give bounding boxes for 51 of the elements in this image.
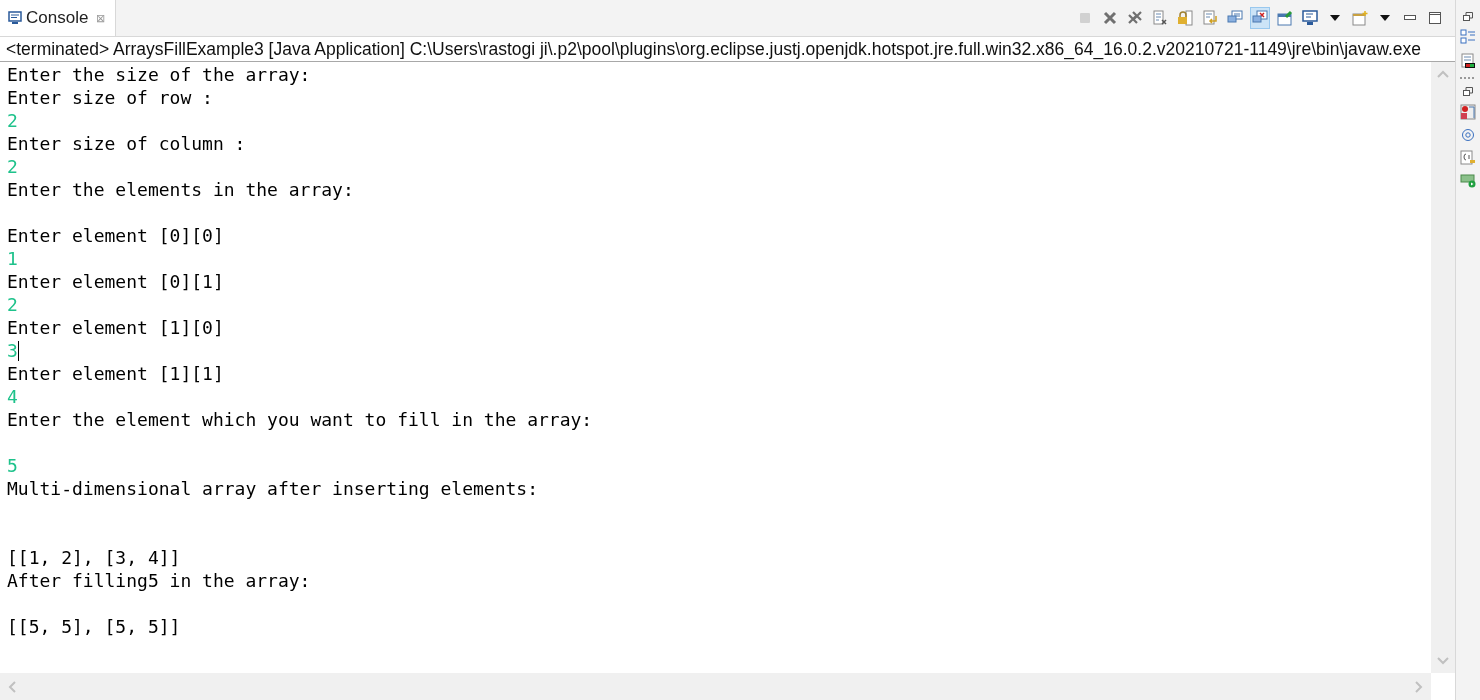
- console-output: Enter element [1][0]: [7, 316, 224, 339]
- process-status: <terminated> ArraysFillExample3 [Java Application] C:\Users\rastogi ji\.p2\pool\plugins\org.eclipse.justj.openjdk.hotspot.jre.full.win32.x86_64_16.0.2.v20210721-1149\jre\bin\javaw.exe: [0, 37, 1455, 62]
- monitor-message-icon: [1227, 10, 1243, 26]
- monitor-icon: [8, 11, 22, 25]
- console-output: Enter element [1][1]: [7, 362, 224, 385]
- chevron-up-icon: [1437, 70, 1449, 78]
- typed-input-text: 5: [7, 454, 18, 477]
- new-window-icon: [1352, 10, 1368, 26]
- close-icon: [1103, 11, 1117, 25]
- typed-input-text: 1: [7, 247, 18, 270]
- wrap-icon: [1202, 10, 1218, 26]
- caret-icon: [1330, 15, 1340, 21]
- console-tab[interactable]: Console ⊠: [0, 0, 117, 36]
- document-cross-icon: [1152, 10, 1168, 26]
- console-output: Enter the element which you want to fill in the array:: [7, 408, 593, 431]
- console-output: [[5, 5], [5, 5]]: [7, 615, 181, 638]
- console-output: Enter the size of the array:: [7, 63, 311, 86]
- typed-input-text: 3: [7, 339, 18, 362]
- vertical-scrollbar[interactable]: [1431, 62, 1455, 673]
- caret-icon: [1380, 15, 1390, 21]
- typed-input-text: 4: [7, 385, 18, 408]
- console-output: Enter size of column :: [7, 132, 246, 155]
- monitor-error-icon: [1252, 10, 1268, 26]
- typed-input-text: 2: [7, 109, 18, 132]
- declaration-icon[interactable]: [1460, 150, 1476, 166]
- console-output: Enter the elements in the array:: [7, 178, 354, 201]
- chevron-down-icon: [1437, 657, 1449, 665]
- chevron-left-icon: [8, 680, 16, 693]
- lock-icon: [1177, 10, 1193, 26]
- progress-icon[interactable]: [1460, 174, 1476, 188]
- outline-icon[interactable]: [1460, 29, 1476, 45]
- typed-input-text: 2: [7, 155, 18, 178]
- chevron-right-icon: [1415, 680, 1423, 693]
- problems-icon[interactable]: [1460, 104, 1476, 120]
- window-pin-icon: [1277, 10, 1293, 26]
- typed-input-text: 2: [7, 293, 18, 316]
- maximize-icon: [1429, 12, 1441, 24]
- console-output: Multi-dimensional array after inserting elements:: [7, 477, 538, 500]
- console-output: [[1, 2], [3, 4]]: [7, 546, 181, 569]
- stop-icon: [1079, 12, 1091, 24]
- double-cross-icon: [1127, 10, 1143, 26]
- console-icon[interactable]: [1460, 53, 1476, 69]
- console-output: Enter element [0][0]: [7, 224, 224, 247]
- console-output: Enter element [0][1]: [7, 270, 224, 293]
- minimize-icon: [1404, 15, 1416, 21]
- console-output: After filling5 in the array:: [7, 569, 311, 592]
- console-output: Enter size of row :: [7, 86, 213, 109]
- horizontal-scrollbar[interactable]: [0, 673, 1431, 700]
- restore-icon[interactable]: [1463, 12, 1473, 21]
- restore-icon[interactable]: [1463, 87, 1473, 96]
- monitor-icon: [1302, 10, 1318, 26]
